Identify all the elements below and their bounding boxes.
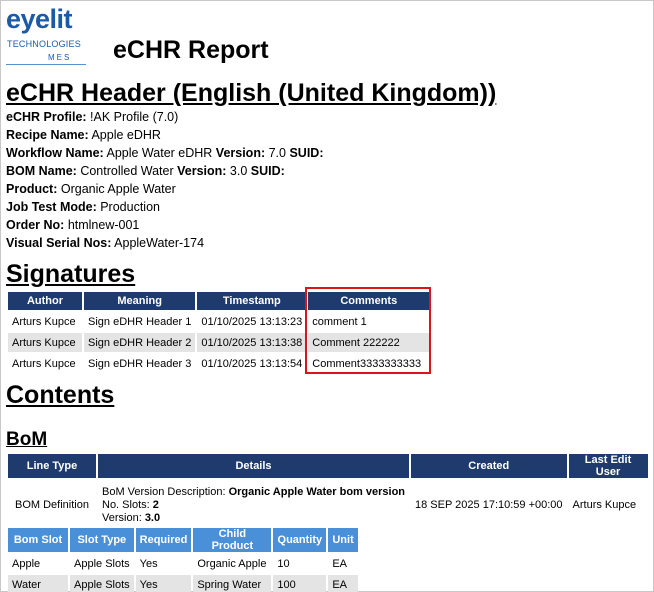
timestamp-cell: 01/10/2025 13:13:54 <box>197 354 307 373</box>
table-row: Water Apple Slots Yes Spring Water 100 E… <box>8 575 358 592</box>
author-cell: Arturs Kupce <box>8 333 82 352</box>
recipe-row: Recipe Name: Apple eDHR <box>6 128 161 142</box>
details-description: BoM Version Description: Organic Apple W… <box>102 485 406 498</box>
line-type-cell: BOM Definition <box>15 499 89 511</box>
header-info: eCHR Profile: !AK Profile (7.0) Recipe N… <box>6 108 323 252</box>
slot-cell: Water <box>8 575 68 592</box>
column-header: Created <box>411 454 567 478</box>
details-slots: No. Slots: 2 <box>102 498 159 511</box>
column-header: Meaning <box>84 292 196 310</box>
eyelit-logo: eyelit TECHNOLOGIES MES <box>6 4 86 65</box>
slots-header-row: Bom Slot Slot Type Required Child Produc… <box>8 528 358 552</box>
column-header: Line Type <box>8 454 96 478</box>
job-test-mode-row: Job Test Mode: Production <box>6 200 160 214</box>
table-row: BOM Definition BoM Version Description: … <box>8 480 648 530</box>
profile-row: eCHR Profile: !AK Profile (7.0) <box>6 110 179 124</box>
signatures-title: Signatures <box>6 260 136 288</box>
slot-cell: Apple <box>8 554 68 573</box>
echr-header-title: eCHR Header (English (United Kingdom)) <box>6 79 497 107</box>
comments-highlight-box <box>305 287 431 374</box>
report-title: eCHR Report <box>113 36 269 64</box>
timestamp-cell: 01/10/2025 13:13:38 <box>197 333 307 352</box>
order-row: Order No: htmlnew-001 <box>6 218 140 232</box>
logo-mes: MES <box>48 53 72 62</box>
bom-table: Line Type Details Created Last Edit User… <box>6 452 650 532</box>
unit-cell: EA <box>328 575 358 592</box>
child-product-cell: Spring Water <box>193 575 272 592</box>
column-header: Child Product <box>193 528 272 552</box>
quantity-cell: 10 <box>273 554 327 573</box>
bom-slots-table: Bom Slot Slot Type Required Child Produc… <box>6 526 360 592</box>
serial-row: Visual Serial Nos: AppleWater-174 <box>6 236 205 250</box>
required-cell: Yes <box>135 575 192 592</box>
bom-title: BoM <box>6 429 48 450</box>
required-cell: Yes <box>135 554 192 573</box>
logo-underline <box>6 64 86 65</box>
meaning-cell: Sign eDHR Header 3 <box>84 354 196 373</box>
slot-type-cell: Apple Slots <box>70 554 134 573</box>
contents-title: Contents <box>6 381 115 409</box>
workflow-row: Workflow Name: Apple Water eDHR Version:… <box>6 146 324 160</box>
created-cell: 18 SEP 2025 17:10:59 +00:00 <box>415 499 563 511</box>
bom-header-row: Line Type Details Created Last Edit User <box>8 454 648 478</box>
bom-name-row: BOM Name: Controlled Water Version: 3.0 … <box>6 164 285 178</box>
timestamp-cell: 01/10/2025 13:13:23 <box>197 312 307 331</box>
quantity-cell: 100 <box>273 575 327 592</box>
table-row: Apple Apple Slots Yes Organic Apple 10 E… <box>8 554 358 573</box>
logo-technologies: TECHNOLOGIES <box>7 39 81 49</box>
column-header: Details <box>98 454 410 478</box>
meaning-cell: Sign eDHR Header 2 <box>84 333 196 352</box>
unit-cell: EA <box>328 554 358 573</box>
author-cell: Arturs Kupce <box>8 312 82 331</box>
author-cell: Arturs Kupce <box>8 354 82 373</box>
slot-type-cell: Apple Slots <box>70 575 134 592</box>
column-header: Required <box>135 528 192 552</box>
meaning-cell: Sign eDHR Header 1 <box>84 312 196 331</box>
child-product-cell: Organic Apple <box>193 554 272 573</box>
details-cell: BoM Version Description: Organic Apple W… <box>98 480 409 530</box>
column-header: Last Edit User <box>568 454 648 478</box>
last-edit-user-cell: Arturs Kupce <box>572 499 637 511</box>
logo-wordmark: eyelit <box>6 4 73 34</box>
column-header: Bom Slot <box>8 528 68 552</box>
column-header: Author <box>8 292 82 310</box>
product-row: Product: Organic Apple Water <box>6 182 176 196</box>
column-header: Slot Type <box>70 528 134 552</box>
column-header: Timestamp <box>197 292 307 310</box>
details-version: Version: 3.0 <box>102 511 161 524</box>
column-header: Unit <box>328 528 358 552</box>
column-header: Quantity <box>273 528 327 552</box>
